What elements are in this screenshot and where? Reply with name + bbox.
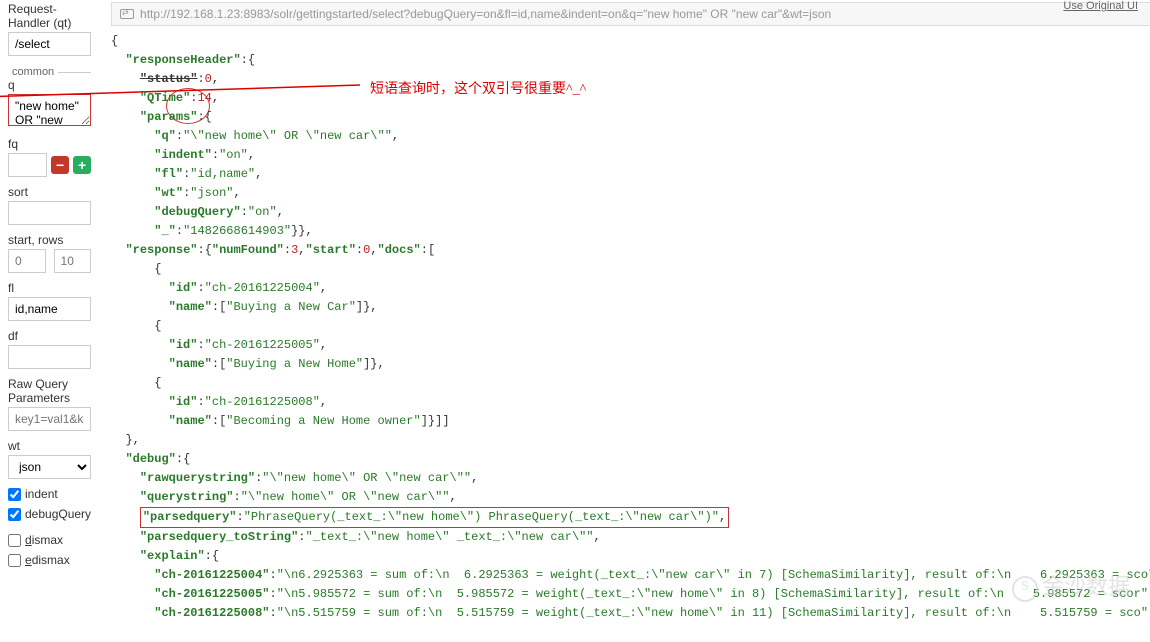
fl-label: fl [8,281,91,295]
df-label: df [8,329,91,343]
sort-input[interactable] [8,201,91,225]
raw-query-label: Raw Query Parameters [8,377,91,405]
q-input[interactable]: "new home" OR "new car" [8,94,91,126]
query-form: Request-Handler (qt) common q "new home"… [8,2,103,640]
fl-input[interactable] [8,297,91,321]
edismax-checkbox-row[interactable]: edismax [8,553,91,567]
edismax-checkbox[interactable] [8,554,21,567]
add-fq-button[interactable]: + [73,156,91,174]
debugquery-checkbox-row[interactable]: debugQuery [8,507,91,521]
q-label: q [8,78,91,92]
response-panel: http://192.168.1.23:8983/solr/gettingsta… [103,2,1150,640]
sort-label: sort [8,185,91,199]
df-input[interactable] [8,345,91,369]
request-handler-input[interactable] [8,32,91,56]
start-input[interactable] [8,249,46,273]
indent-checkbox-row[interactable]: indent [8,487,91,501]
wt-label: wt [8,439,91,453]
raw-query-input[interactable] [8,407,91,431]
url-bar[interactable]: http://192.168.1.23:8983/solr/gettingsta… [111,2,1150,26]
dismax-checkbox[interactable] [8,534,21,547]
url-text: http://192.168.1.23:8983/solr/gettingsta… [140,7,831,21]
request-handler-label: Request-Handler (qt) [8,2,91,30]
debugquery-checkbox[interactable] [8,508,21,521]
json-response: { "responseHeader":{ "status":0, "QTime"… [111,32,1150,623]
fq-label: fq [8,137,91,151]
fq-input[interactable] [8,153,47,177]
rows-input[interactable] [54,249,92,273]
indent-checkbox[interactable] [8,488,21,501]
wt-select[interactable]: json [8,455,91,479]
link-icon [120,9,134,19]
dismax-checkbox-row[interactable]: dismax [8,533,91,547]
start-rows-label: start, rows [8,233,91,247]
original-ui-link[interactable]: Use Original UI [1063,0,1138,12]
remove-fq-button[interactable]: − [51,156,69,174]
common-legend: common [8,66,58,78]
